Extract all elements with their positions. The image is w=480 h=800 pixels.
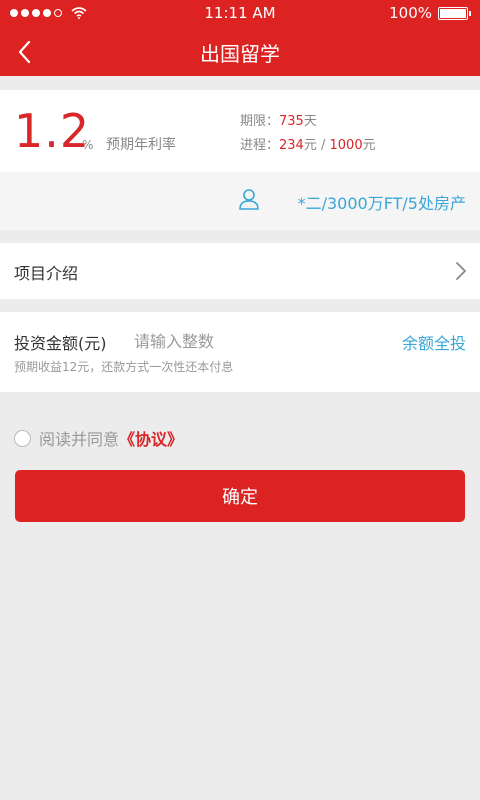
agreement-row: 阅读并同意 《协议》 bbox=[14, 427, 183, 449]
borrower-info: *二/3000万FT/5处房产 bbox=[0, 172, 480, 230]
invest-amount-label: 投资金额(元) bbox=[14, 334, 107, 353]
progress-label: 进程： bbox=[240, 138, 280, 153]
battery-icon bbox=[438, 6, 471, 20]
agree-radio[interactable] bbox=[14, 429, 31, 447]
term-line: 期限：735天 bbox=[240, 110, 317, 129]
rate-card: 1.2 % 预期年利率 期限：735天 进程：234元 / 1000元 bbox=[0, 90, 480, 172]
page-title: 出国留学 bbox=[200, 42, 280, 66]
project-intro-label: 项目介绍 bbox=[14, 264, 79, 283]
progress-total-unit: 元 bbox=[362, 138, 376, 153]
project-intro-row[interactable]: 项目介绍 bbox=[0, 243, 480, 299]
invest-card: 投资金额(元) 余额全投 预期收益12元，还款方式一次性还本付息 bbox=[0, 312, 480, 392]
user-icon bbox=[239, 189, 259, 210]
progress-current-unit: 元 bbox=[303, 138, 317, 153]
expected-return-note: 预期收益12元，还款方式一次性还本付息 bbox=[14, 360, 234, 374]
rate-unit: % bbox=[82, 138, 94, 152]
progress-line: 进程：234元 / 1000元 bbox=[240, 134, 376, 153]
rate-label: 预期年利率 bbox=[106, 137, 176, 153]
progress-total: 1000 bbox=[329, 138, 363, 153]
progress-current: 234 bbox=[279, 138, 304, 153]
agreement-link[interactable]: 《协议》 bbox=[119, 426, 183, 450]
confirm-button[interactable]: 确定 bbox=[15, 470, 465, 522]
rate-value: 1.2 bbox=[14, 104, 91, 158]
invest-amount-input[interactable] bbox=[134, 328, 334, 354]
nav-bar: 出国留学 bbox=[0, 28, 480, 76]
term-unit: 天 bbox=[303, 114, 317, 129]
agreement-text: 阅读并同意 bbox=[39, 430, 120, 449]
term-label: 期限： bbox=[240, 114, 280, 129]
chevron-right-icon bbox=[456, 262, 466, 280]
battery-area: 100% bbox=[389, 4, 471, 22]
battery-percent: 100% bbox=[389, 4, 432, 22]
invest-all-button[interactable]: 余额全投 bbox=[402, 330, 466, 354]
borrower-summary: *二/3000万FT/5处房产 bbox=[297, 194, 466, 213]
battery-fill bbox=[440, 8, 466, 18]
progress-separator: / bbox=[316, 138, 330, 153]
status-bar: 11:11 AM 100% bbox=[0, 0, 480, 28]
term-value: 735 bbox=[279, 114, 304, 129]
